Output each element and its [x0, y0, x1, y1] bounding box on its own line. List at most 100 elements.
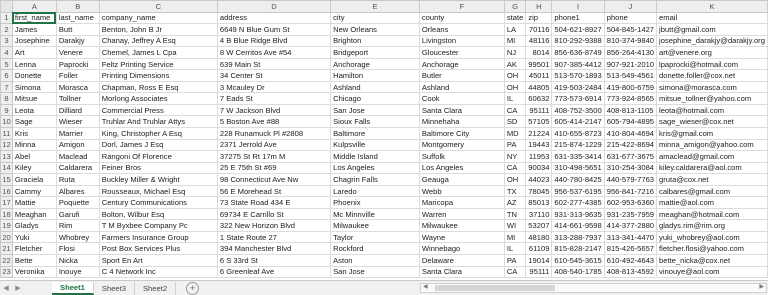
cell[interactable]: Gloucester — [418, 46, 505, 59]
cell[interactable]: 6 S 33rd St — [216, 254, 332, 267]
cell[interactable]: 956-841-7216 — [603, 184, 658, 198]
cell[interactable]: TN — [503, 207, 527, 221]
cell[interactable]: Bridgeport — [330, 46, 420, 59]
cell[interactable]: Josephine — [11, 34, 57, 48]
cell[interactable]: 602-277-4385 — [551, 196, 605, 209]
cell[interactable]: jbutt@gmail.com — [656, 23, 768, 36]
cell[interactable]: Kris — [11, 127, 57, 140]
cell[interactable]: Albares — [55, 184, 100, 198]
cell[interactable]: Buckley Miller & Wright — [98, 173, 218, 186]
cell[interactable]: PA — [503, 254, 527, 267]
cell[interactable]: Mc Minnville — [330, 207, 420, 221]
cell[interactable]: meaghan@hotmail.com — [656, 207, 768, 221]
row-header[interactable]: 13 — [0, 150, 13, 163]
cell[interactable]: city — [330, 11, 420, 25]
cell[interactable]: Leota — [11, 103, 57, 117]
cell[interactable]: Lenna — [11, 57, 57, 71]
cell[interactable]: OH — [503, 80, 527, 94]
cell[interactable]: Caldarera — [55, 161, 100, 175]
cell[interactable]: Century Communications — [98, 196, 218, 209]
add-sheet-button[interactable]: + — [186, 281, 200, 295]
sheet-tab-sheet1[interactable]: Sheet1 — [52, 281, 94, 295]
cell[interactable]: 85013 — [525, 196, 553, 209]
cell[interactable]: Meaghan — [11, 207, 57, 221]
cell[interactable]: Suffolk — [418, 150, 505, 163]
cell[interactable]: leota@hotmail.com — [656, 103, 768, 117]
cell[interactable]: phone1 — [551, 11, 605, 25]
cell[interactable]: 815-828-2147 — [551, 242, 605, 256]
cell[interactable]: Winnebago — [418, 242, 505, 256]
cell[interactable]: art@venere.org — [656, 46, 768, 59]
cell[interactable]: Marrier — [55, 127, 100, 140]
cell[interactable]: kiley.caldarera@aol.com — [656, 161, 768, 175]
cell[interactable]: Wayne — [418, 230, 505, 244]
row-header[interactable]: 18 — [0, 207, 13, 221]
cell[interactable]: Simona — [11, 80, 57, 94]
cell[interactable]: 98 Connecticut Ave Nw — [216, 173, 332, 186]
cell[interactable]: 215-874-1229 — [551, 138, 605, 152]
cell[interactable]: Sport En Art — [98, 254, 218, 267]
column-header-i[interactable]: I — [551, 0, 605, 13]
cell[interactable]: NJ — [503, 46, 527, 59]
cell[interactable]: 56 E Morehead St — [216, 184, 332, 198]
cell[interactable]: Anchorage — [330, 57, 420, 71]
horizontal-scrollbar[interactable]: ◀ ▶ — [420, 283, 767, 293]
cell[interactable]: Rousseaux, Michael Esq — [98, 184, 218, 198]
cell[interactable]: Los Angeles — [330, 161, 420, 175]
cell[interactable]: 440-780-8425 — [551, 173, 605, 186]
cell[interactable]: 513-549-4561 — [603, 69, 658, 82]
cell[interactable]: 215-422-8694 — [603, 138, 658, 152]
cell[interactable]: calbares@gmail.com — [656, 184, 768, 198]
cell[interactable]: 57105 — [525, 115, 553, 128]
cell[interactable]: Santa Clara — [418, 103, 505, 117]
cell[interactable]: minna_amigon@yahoo.com — [656, 138, 768, 152]
cell[interactable]: SD — [503, 115, 527, 128]
spreadsheet-grid[interactable]: ABCDEFGHIJK 1 first_name last_name company_… — [0, 0, 768, 280]
cell[interactable]: Mitsue — [11, 92, 57, 105]
cell[interactable]: Ruta — [55, 173, 100, 186]
cell[interactable]: IL — [503, 92, 527, 105]
cell[interactable]: simona@morasca.com — [656, 80, 768, 94]
cell[interactable]: 631-677-3675 — [603, 150, 658, 163]
cell[interactable]: Dilliard — [55, 103, 100, 117]
column-header-b[interactable]: B — [55, 0, 100, 13]
cell[interactable]: San Jose — [330, 103, 420, 117]
cell[interactable]: 48116 — [525, 34, 553, 48]
cell[interactable]: Baltimore — [330, 127, 420, 140]
cell[interactable]: OH — [503, 173, 527, 186]
cell[interactable]: Feiner Bros — [98, 161, 218, 175]
cell[interactable]: Gladys — [11, 219, 57, 232]
cell[interactable]: T M Byxbee Company Pc — [98, 219, 218, 232]
cell[interactable]: Sioux Falls — [330, 115, 420, 128]
cell[interactable]: 6649 N Blue Gum St — [216, 23, 332, 36]
cell[interactable]: Delaware — [418, 254, 505, 267]
cell[interactable]: James — [11, 23, 57, 36]
row-header[interactable]: 1 — [0, 11, 13, 25]
cell[interactable]: bette_nicka@cox.net — [656, 254, 768, 267]
cell[interactable]: Middle Island — [330, 150, 420, 163]
cell[interactable]: 419-800-6759 — [603, 80, 658, 94]
cell[interactable]: 19443 — [525, 138, 553, 152]
cell[interactable]: 44023 — [525, 173, 553, 186]
cell[interactable]: 6 Greenleaf Ave — [216, 265, 332, 279]
cell[interactable]: 408-752-3500 — [551, 103, 605, 117]
cell[interactable]: Yuki — [11, 230, 57, 244]
cell[interactable]: Flosi — [55, 242, 100, 256]
column-header-a[interactable]: A — [11, 0, 57, 13]
cell[interactable]: 228 Runamuck Pl #2808 — [216, 127, 332, 140]
cell[interactable]: C 4 Network Inc — [98, 265, 218, 279]
cell[interactable]: 310-498-5651 — [551, 161, 605, 175]
cell[interactable]: 90034 — [525, 161, 553, 175]
cell[interactable]: WI — [503, 219, 527, 232]
cell[interactable]: 25 E 75th St #69 — [216, 161, 332, 175]
cell[interactable]: Darakjy — [55, 34, 100, 48]
cell[interactable]: Poquette — [55, 196, 100, 209]
tab-scroll-left-icon[interactable]: ◀ — [0, 284, 12, 292]
row-header[interactable]: 7 — [0, 80, 13, 94]
cell[interactable]: Chanay, Jeffrey A Esq — [98, 34, 218, 48]
cell[interactable]: Livingston — [418, 34, 505, 48]
cell[interactable]: Feltz Printing Service — [98, 57, 218, 71]
cell[interactable]: 440-579-7763 — [603, 173, 658, 186]
cell[interactable]: 19014 — [525, 254, 553, 267]
cell[interactable]: 815-426-5657 — [603, 242, 658, 256]
